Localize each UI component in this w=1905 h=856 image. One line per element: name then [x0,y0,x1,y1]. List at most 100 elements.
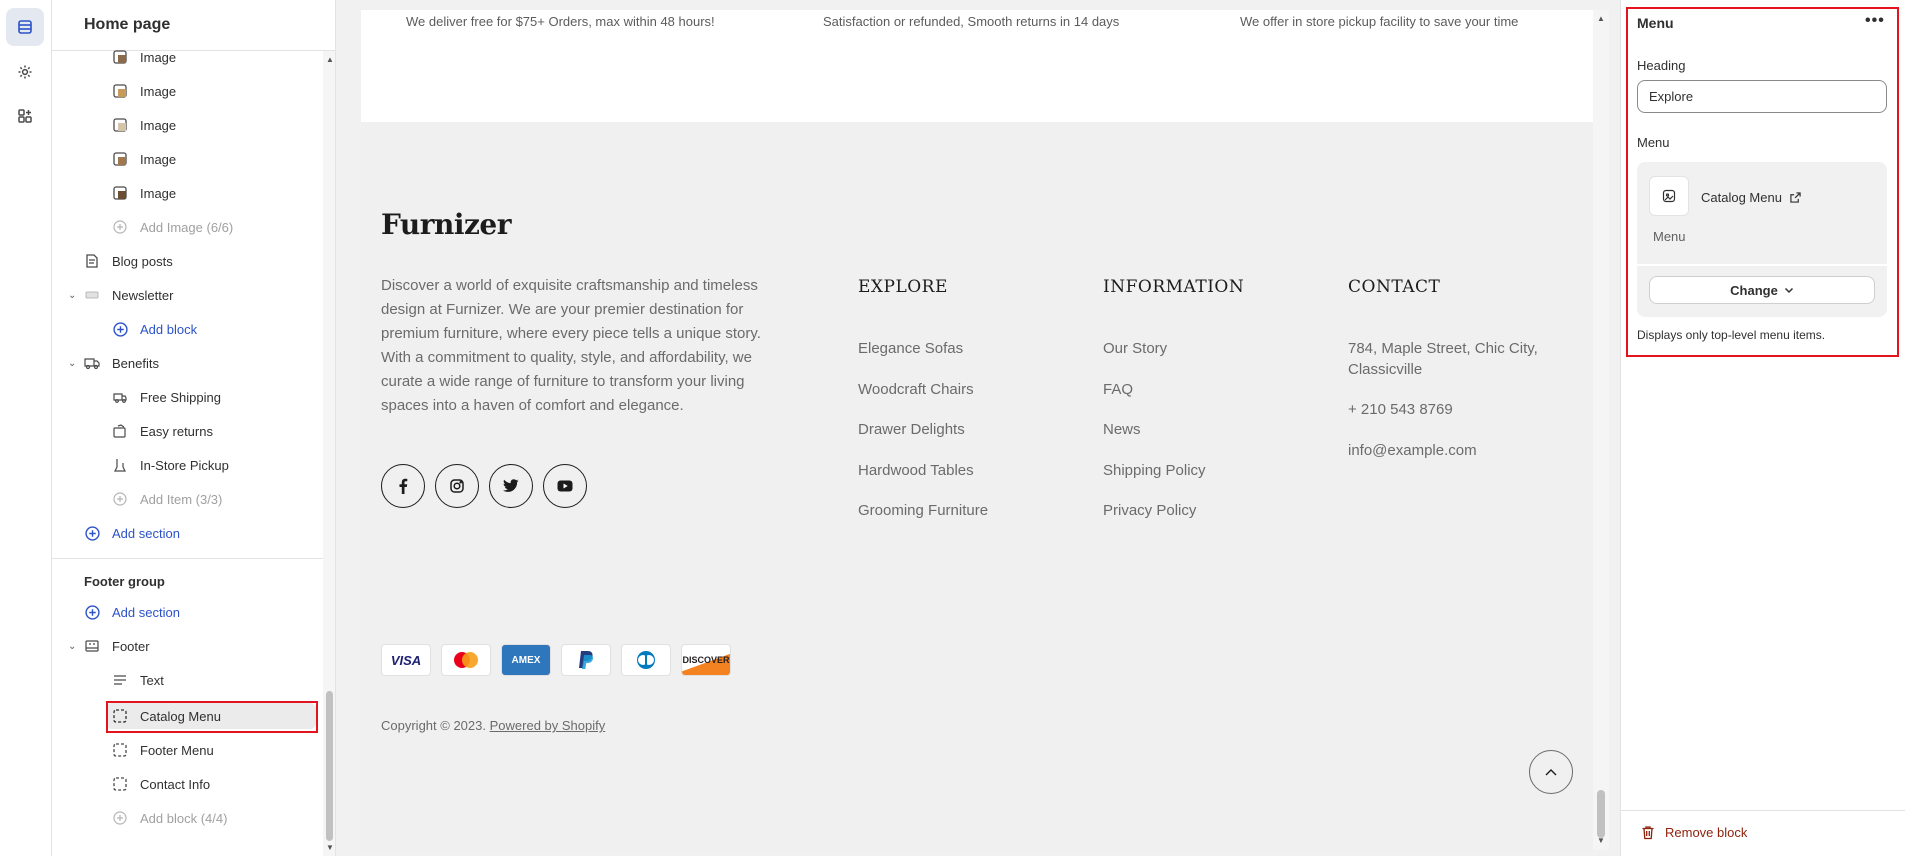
footer-link[interactable]: Shipping Policy [1103,462,1206,479]
contact-heading: CONTACT [1348,277,1441,297]
footer-link[interactable]: Drawer Delights [858,421,965,438]
section-divider [52,558,324,559]
tree-item-image-3[interactable]: Image [52,111,324,139]
remove-block-button[interactable]: Remove block [1641,825,1747,840]
explore-heading: EXPLORE [858,277,948,297]
information-heading: INFORMATION [1103,277,1245,297]
tree-item-image-2[interactable]: Image [52,77,324,105]
tree-item-easy-returns[interactable]: Easy returns [52,417,324,445]
twitter-icon[interactable] [489,464,533,508]
pickup-icon [112,457,128,473]
footer-link[interactable]: Woodcraft Chairs [858,381,974,398]
footer-group-title: Footer group [84,574,165,589]
tree-item-image-4[interactable]: Image [52,145,324,173]
tree-item-footer[interactable]: ⌄ Footer [52,632,324,660]
discover-icon: DISCOVER [681,644,731,676]
image-icon [112,83,128,99]
block-frame-icon [112,742,128,758]
tree-item-label: Text [140,672,164,688]
footer-link[interactable]: Grooming Furniture [858,502,988,519]
footer-add-block-button[interactable]: Add block (4/4) [52,804,324,832]
footer-about-text: Discover a world of exquisite craftsmans… [381,277,761,414]
document-icon [84,253,100,269]
tree-item-blog-posts[interactable]: Blog posts [52,247,324,275]
newsletter-add-block-button[interactable]: Add block [52,315,324,343]
footer-link[interactable]: Hardwood Tables [858,462,974,479]
footer-add-section-button[interactable]: Add section [52,598,324,626]
selection-highlight [106,701,318,733]
scroll-up-arrow-icon[interactable]: ▲ [1597,14,1605,23]
chevron-down-icon[interactable]: ⌄ [68,358,76,369]
contact-address-line1: 784, Maple Street, Chic City, [1348,340,1538,357]
plus-circle-icon [112,321,128,337]
store-logo[interactable]: Furnizer [381,208,511,241]
footer-link[interactable]: Elegance Sofas [858,340,963,357]
sidebar-scrollbar[interactable]: ▲ ▼ [323,51,335,856]
add-section-button[interactable]: Add section [52,519,324,547]
tree-item-label: Image [140,117,177,133]
facebook-icon[interactable] [381,464,425,508]
add-image-label: Add Image (6/6) [140,219,234,235]
footer-link[interactable]: Our Story [1103,340,1167,357]
scrollbar-thumb[interactable] [1597,790,1605,838]
theme-editor: Home page Image Image Image Image Image … [0,0,1905,856]
shipping-icon [112,389,128,405]
contact-address-line2: Classicville [1348,361,1423,378]
scroll-up-arrow-icon[interactable]: ▲ [326,55,334,64]
settings-gear-icon[interactable] [6,53,44,91]
scroll-down-arrow-icon[interactable]: ▼ [1597,836,1605,845]
block-settings-panel: Menu ••• Heading Menu Catalog Menu Menu … [1620,0,1905,856]
tree-item-label: In-Store Pickup [140,457,229,473]
sections-icon[interactable] [6,8,44,46]
add-item-button[interactable]: Add Item (3/3) [52,485,324,513]
footer-link[interactable]: News [1103,421,1141,438]
tree-item-benefits[interactable]: ⌄ Benefits [52,349,324,377]
contact-phone[interactable]: + 210 543 8769 [1348,401,1453,418]
tree-item-text[interactable]: Text [52,666,324,694]
benefit-text: Satisfaction or refunded, Smooth returns… [823,14,1120,29]
tree-item-image-1[interactable]: Image [52,43,324,71]
visa-icon: VISA [381,644,431,676]
newsletter-icon [84,287,100,303]
tree-item-free-shipping[interactable]: Free Shipping [52,383,324,411]
footer-link[interactable]: Privacy Policy [1103,502,1196,519]
chevron-down-icon[interactable]: ⌄ [68,290,76,301]
powered-by-link[interactable]: Powered by Shopify [490,718,606,733]
preview-scrollbar[interactable]: ▲ ▼ [1593,10,1609,850]
mastercard-icon [441,644,491,676]
tree-item-newsletter[interactable]: ⌄ Newsletter [52,281,324,309]
tree-item-label: Image [140,185,177,201]
returns-icon [112,423,128,439]
scrollbar-thumb[interactable] [326,691,333,841]
image-icon [112,117,128,133]
page-title: Home page [84,16,171,33]
tree-item-label: Benefits [112,355,159,371]
contact-email[interactable]: info@example.com [1348,442,1477,459]
apps-icon[interactable] [6,97,44,135]
panel-highlight [1626,7,1899,357]
benefits-strip: We deliver free for $75+ Orders, max wit… [361,10,1593,122]
tree-item-in-store-pickup[interactable]: In-Store Pickup [52,451,324,479]
tree-item-label: Contact Info [140,776,211,792]
instagram-icon[interactable] [435,464,479,508]
trash-icon [1642,826,1654,840]
scroll-down-arrow-icon[interactable]: ▼ [326,843,334,852]
back-to-top-button[interactable] [1529,750,1573,794]
youtube-icon[interactable] [543,464,587,508]
tree-item-footer-menu[interactable]: Footer Menu [52,736,324,764]
chevron-down-icon[interactable]: ⌄ [68,641,76,652]
social-links [381,464,587,508]
plus-circle-icon [112,219,128,235]
tree-item-contact-info[interactable]: Contact Info [52,770,324,798]
footer-link[interactable]: FAQ [1103,381,1133,398]
footer-layout-icon [84,638,100,654]
tree-item-label: Image [140,83,177,99]
tree-item-image-5[interactable]: Image [52,179,324,207]
tree-item-label: Footer [112,638,150,654]
copyright-text: Copyright © 2023. Powered by Shopify [381,718,605,733]
add-image-button[interactable]: Add Image (6/6) [52,213,324,241]
benefit-text: We deliver free for $75+ Orders, max wit… [406,14,715,29]
plus-circle-icon [112,491,128,507]
sections-sidebar: Home page Image Image Image Image Image … [52,0,336,856]
benefit-text: We offer in store pickup facility to sav… [1240,14,1519,29]
